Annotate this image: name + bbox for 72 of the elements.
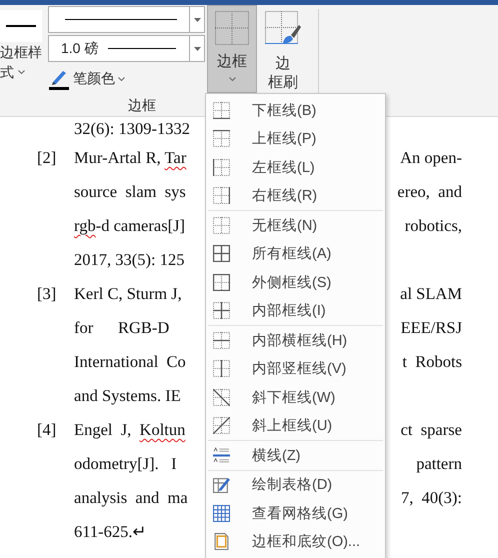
page-border-icon	[213, 533, 230, 550]
menu-item[interactable]: 下框线(B)	[206, 96, 385, 124]
border-style-button[interactable]: 边框样 式	[0, 5, 46, 93]
border-icon	[213, 274, 230, 291]
grid-border-icon	[215, 11, 249, 45]
border-icon	[213, 187, 230, 204]
menu-item[interactable]: 上框线(P)	[206, 124, 385, 153]
border-icon	[213, 102, 230, 119]
dropdown-arrow-icon	[194, 46, 200, 50]
reference-text: 32(6): 1309-1332	[74, 119, 190, 138]
reference-text: ct sparse	[400, 419, 462, 441]
reference-text: ereo, and	[397, 181, 462, 203]
border-icon	[213, 245, 230, 262]
horizontal-line-icon	[213, 446, 230, 464]
caret-icon	[228, 77, 236, 81]
menu-item[interactable]: 查看网格线(G)	[206, 499, 385, 528]
reference-text: Mur-Artal R, Tar	[74, 147, 186, 169]
caret-icon	[118, 77, 125, 81]
line-weight-dropdown[interactable]: 1.0 磅	[48, 35, 205, 62]
reference-text: EEE/RSJ	[400, 317, 462, 339]
menu-item[interactable]: 右框线(R)	[206, 182, 385, 210]
menu-item[interactable]: 横线(Z)	[206, 441, 385, 470]
reference-text: source slam sys	[74, 181, 186, 203]
reference-text: Engel J, Koltun	[74, 419, 186, 441]
reference-text: analysis and ma	[74, 487, 188, 509]
reference-text: and Systems. IE	[74, 385, 181, 407]
group-label: 边框	[128, 97, 156, 115]
gridlines-icon	[213, 504, 230, 522]
reference-text: International Co	[74, 351, 186, 373]
reference-text: for RGB-D	[74, 317, 170, 339]
menu-item[interactable]: 绘制表格(D)	[206, 470, 385, 499]
reference-number: [2]	[36, 147, 58, 169]
reference-text: An open-	[400, 147, 462, 169]
reference-number: [4]	[36, 419, 58, 441]
menu-item[interactable]: 无框线(N)	[206, 211, 385, 240]
border-icon	[213, 158, 230, 176]
reference-text: al SLAM	[400, 283, 462, 305]
border-icon	[213, 130, 230, 148]
reference-text: pattern	[416, 453, 462, 475]
pen-color-button[interactable]: 笔颜色	[48, 66, 125, 92]
menu-item[interactable]: 内部竖框线(V)	[206, 354, 385, 383]
reference-text: Kerl C, Sturm J,	[74, 283, 182, 305]
border-icon	[213, 332, 230, 349]
borders-button[interactable]: 边框	[207, 5, 257, 93]
menu-item[interactable]: 边框和底纹(O)...	[206, 528, 385, 556]
line-style-dropdown[interactable]	[48, 6, 205, 33]
dropdown-arrow-icon	[194, 18, 200, 22]
draw-table-icon	[213, 476, 230, 494]
menu-item[interactable]: 斜下框线(W)	[206, 383, 385, 412]
border-icon	[213, 302, 230, 320]
caret-icon	[18, 70, 25, 74]
reference-text: 7, 40(3):	[401, 487, 462, 509]
reference-number: [3]	[36, 283, 58, 305]
menu-item[interactable]: 左框线(L)	[206, 153, 385, 182]
border-icon	[213, 417, 230, 434]
menu-item[interactable]: 所有框线(A)	[206, 240, 385, 268]
reference-text: t Robots	[402, 351, 462, 373]
brush-grid-icon	[265, 11, 301, 47]
pen-icon	[48, 68, 70, 90]
border-icon	[213, 216, 230, 234]
menu-item[interactable]: 外侧框线(S)	[206, 268, 385, 296]
reference-text: odometry[J]. I	[74, 453, 177, 475]
border-icon	[213, 360, 230, 378]
reference-text: robotics,	[404, 215, 462, 237]
reference-text: rgb-d cameras[J]	[74, 215, 186, 237]
menu-item[interactable]: 内部框线(I)	[206, 296, 385, 325]
reference-text: 611-625.↵	[74, 521, 147, 543]
border-painter-button[interactable]: 边 框刷	[261, 5, 305, 93]
border-icon	[213, 388, 230, 406]
menu-item[interactable]: 内部横框线(H)	[206, 326, 385, 354]
menu-item[interactable]: 斜上框线(U)	[206, 412, 385, 440]
reference-text: 2017, 33(5): 125	[74, 249, 184, 271]
